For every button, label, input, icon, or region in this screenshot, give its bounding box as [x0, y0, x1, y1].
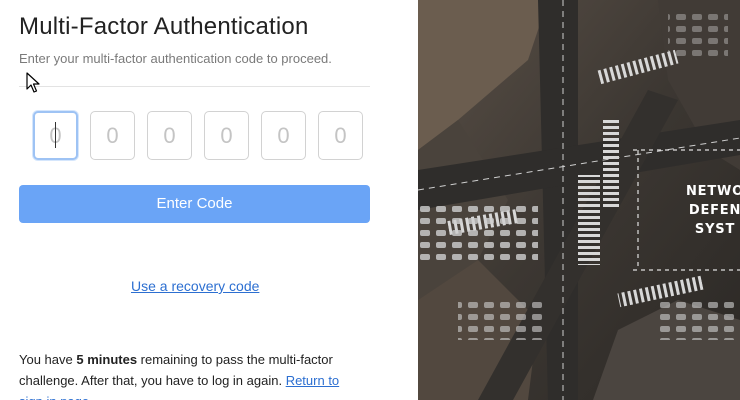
- code-digit-2[interactable]: [90, 111, 135, 160]
- note-prefix: You have: [19, 352, 77, 367]
- time-remaining: 5 minutes: [76, 352, 138, 367]
- session-timeout-note: You have 5 minutes remaining to pass the…: [19, 349, 364, 400]
- banner-text: NETWO DEFEN SYST: [686, 182, 740, 239]
- code-digit-5[interactable]: [261, 111, 306, 160]
- code-digit-4[interactable]: [204, 111, 249, 160]
- divider: [19, 86, 370, 87]
- auth-panel: Multi-Factor Authentication Enter your m…: [0, 0, 418, 400]
- enter-code-button[interactable]: Enter Code: [19, 185, 370, 223]
- code-digit-3[interactable]: [147, 111, 192, 160]
- banner-line: SYST: [694, 222, 736, 237]
- page-subtitle: Enter your multi-factor authentication c…: [19, 51, 332, 66]
- code-digit-6[interactable]: [318, 111, 363, 160]
- banner-line: DEFEN: [688, 203, 740, 218]
- text-caret: [55, 122, 56, 148]
- recovery-code-link[interactable]: Use a recovery code: [131, 278, 259, 294]
- banner-line: NETWO: [686, 184, 740, 199]
- hero-image-panel: NETWO DEFEN SYST: [418, 0, 740, 400]
- mouse-pointer-icon: [26, 72, 40, 93]
- page-title: Multi-Factor Authentication: [19, 13, 309, 40]
